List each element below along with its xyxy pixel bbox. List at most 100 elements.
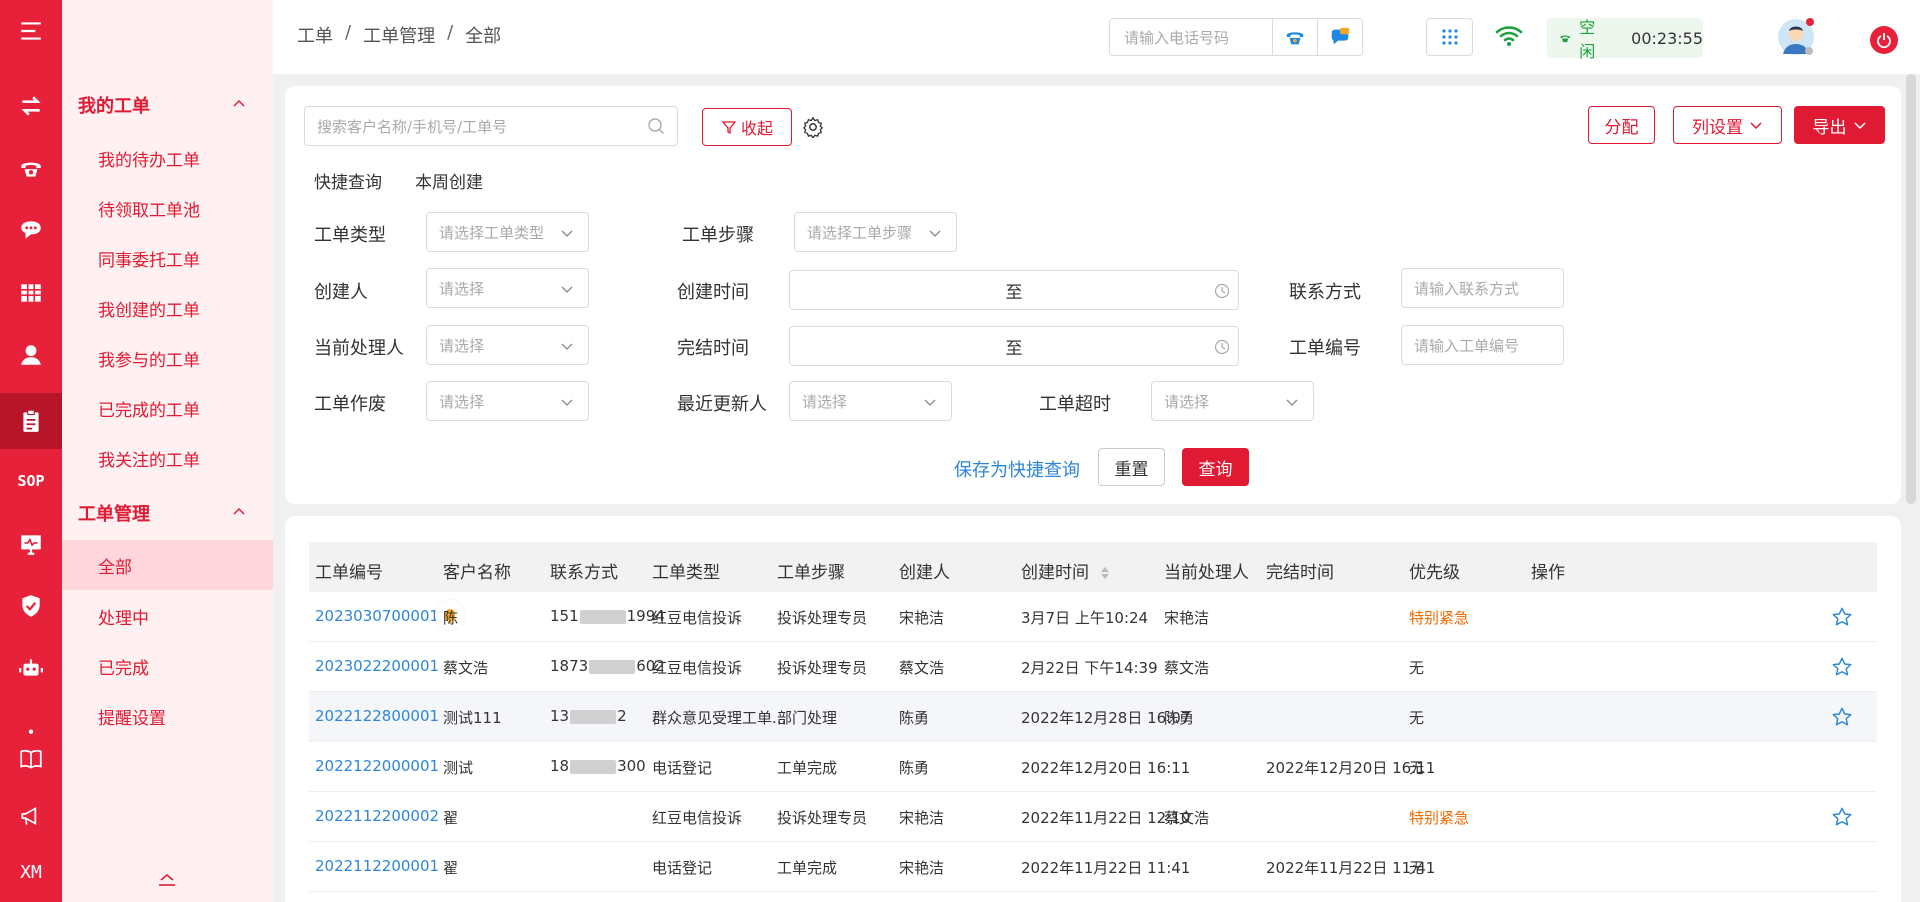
sidebar-item-processing[interactable]: 处理中	[62, 592, 273, 640]
logout-button[interactable]	[1870, 26, 1898, 54]
contact-label: 联系方式	[1289, 282, 1361, 303]
megaphone-icon[interactable]	[0, 791, 62, 841]
range-separator: 至	[1005, 338, 1023, 359]
assign-button[interactable]: 分配	[1588, 106, 1655, 144]
search-icon	[648, 118, 664, 134]
sidebar-item-label: 提醒设置	[98, 708, 166, 729]
sidebar-item-completed[interactable]: 已完成的工单	[62, 384, 273, 432]
export-button[interactable]: 导出	[1794, 106, 1885, 144]
priority-badge: 无	[1409, 659, 1425, 677]
wifi-icon	[1495, 26, 1523, 46]
column-header-sortable[interactable]: 创建时间	[1021, 558, 1110, 583]
priority-badge: 特别紧急	[1409, 609, 1470, 627]
gear-icon[interactable]	[802, 116, 824, 138]
void-label: 工单作废	[314, 394, 386, 415]
user-icon[interactable]	[0, 330, 62, 380]
star-icon[interactable]	[1831, 656, 1853, 678]
reset-button[interactable]: 重置	[1098, 448, 1165, 486]
order-id-link[interactable]: 2022112200002	[315, 807, 439, 825]
apps-grid-icon	[1441, 29, 1458, 45]
sidebar-item-label: 我创建的工单	[98, 300, 200, 321]
transfer-icon[interactable]	[0, 81, 62, 131]
clipboard-icon[interactable]	[0, 393, 62, 449]
created-time-range[interactable]: 至	[789, 270, 1239, 310]
breadcrumb-item: 全部	[465, 26, 502, 47]
sidebar-item-todo[interactable]: 我的待办工单	[62, 134, 273, 182]
phone-number-input[interactable]: 请输入电话号码	[1109, 18, 1273, 56]
collapse-filter-button[interactable]: 收起	[702, 108, 792, 146]
apps-button[interactable]	[1426, 18, 1473, 56]
avatar[interactable]	[1777, 18, 1815, 56]
table-row[interactable]: 2023030700001 陈 151 1994 红豆电信投诉 投诉处理专员 宋艳洁 3月7日…	[309, 592, 1877, 642]
table-row[interactable]: 2022122000001 测试 18 300 电话登记 工单完成 陈勇 2022年12月20…	[309, 742, 1877, 792]
sidebar-item-participated[interactable]: 我参与的工单	[62, 334, 273, 382]
step-select[interactable]: 请选择工单步骤	[794, 212, 957, 252]
current-handler: 宋艳洁	[1164, 609, 1210, 627]
sidebar-item-delegated[interactable]: 同事委托工单	[62, 234, 273, 282]
table-row[interactable]: 2022112200001 翟 电话登记 工单完成 宋艳洁 2022年11月22日 11:…	[309, 842, 1877, 892]
order-id-link[interactable]: 2022122000001	[315, 757, 439, 775]
sidebar-item-all[interactable]: 全部	[62, 540, 273, 590]
menu-icon[interactable]	[0, 6, 62, 56]
book-icon[interactable]	[0, 734, 62, 784]
handler-select[interactable]: 请选择	[426, 325, 589, 365]
xm-icon[interactable]: XM	[0, 847, 62, 897]
order-id-link[interactable]: 2022122800001	[315, 707, 439, 725]
breadcrumb-item[interactable]: 工单管理	[363, 22, 435, 48]
number-input[interactable]: 请输入工单编号	[1401, 325, 1564, 365]
sms-button[interactable]	[1318, 18, 1363, 56]
search-input[interactable]: 搜索客户名称/手机号/工单号	[304, 106, 678, 146]
order-type: 红豆电信投诉	[652, 809, 743, 827]
created-time: 2月22日 下午14:39	[1021, 659, 1158, 677]
creator-placeholder: 请选择	[439, 279, 485, 298]
finished-time-range[interactable]: 至	[789, 326, 1239, 366]
phone-icon[interactable]	[0, 143, 62, 193]
customer-name: 蔡文浩	[443, 659, 489, 677]
type-select[interactable]: 请选择工单类型	[426, 212, 589, 252]
contact-input[interactable]: 请输入联系方式	[1401, 268, 1564, 308]
order-id-link[interactable]: 2022112200001	[315, 857, 439, 875]
updater-select[interactable]: 请选择	[789, 381, 952, 421]
quick-this-week[interactable]: 本周创建	[415, 168, 483, 193]
timeout-select[interactable]: 请选择	[1151, 381, 1314, 421]
sidebar-group-management[interactable]: 工单管理	[62, 490, 273, 536]
table-row[interactable]: 2022122800001 测试111 13 2 群众意见受理工单... 部门处理 陈勇 20…	[309, 692, 1877, 742]
star-icon[interactable]	[1831, 806, 1853, 828]
save-quick-query-link[interactable]: 保存为快捷查询	[954, 456, 1080, 482]
grid-icon[interactable]	[0, 268, 62, 318]
sidebar-item-done[interactable]: 已完成	[62, 642, 273, 690]
page-scrollbar[interactable]	[1906, 74, 1916, 504]
collapse-icon[interactable]	[157, 872, 177, 888]
sidebar-item-pool[interactable]: 待领取工单池	[62, 184, 273, 232]
sort-icon[interactable]	[1100, 565, 1110, 581]
creator-select[interactable]: 请选择	[426, 268, 589, 308]
chat-icon[interactable]	[0, 205, 62, 255]
creator: 宋艳洁	[899, 609, 945, 627]
robot-icon[interactable]	[0, 643, 62, 693]
order-id-link[interactable]: 2023022200001	[315, 657, 439, 675]
table-row[interactable]: 2022112200002 翟红豆电信投诉 投诉处理专员 宋艳洁 2022年11月22日…	[309, 792, 1877, 842]
query-button[interactable]: 查询	[1182, 448, 1249, 486]
sidebar-item-created[interactable]: 我创建的工单	[62, 284, 273, 332]
column-settings-button[interactable]: 列设置	[1673, 106, 1782, 144]
dial-button[interactable]	[1273, 18, 1318, 56]
chevron-down-icon	[561, 399, 573, 406]
breadcrumb-item[interactable]: 工单	[297, 22, 333, 48]
sidebar-item-reminder[interactable]: 提醒设置	[62, 692, 273, 740]
agent-status[interactable]: 空闲 00:23:55	[1547, 18, 1703, 61]
sop-icon[interactable]: SOP	[0, 456, 62, 506]
customer-name: 陈	[443, 609, 459, 627]
quick-query-label: 快捷查询	[314, 173, 382, 193]
monitor-icon[interactable]	[0, 519, 62, 569]
shield-icon[interactable]	[0, 581, 62, 631]
call-timer: 00:23:55	[1631, 28, 1703, 48]
star-icon[interactable]	[1831, 606, 1853, 628]
type-placeholder: 请选择工单类型	[439, 223, 545, 242]
star-icon[interactable]	[1831, 706, 1853, 728]
sidebar-group-my-orders[interactable]: 我的工单	[62, 82, 273, 128]
table-row[interactable]: 2023022200001 蔡文浩 1873 602 红豆电信投诉 投诉处理专员 蔡文浩 2月…	[309, 642, 1877, 692]
void-select[interactable]: 请选择	[426, 381, 589, 421]
sidebar-item-followed[interactable]: 我关注的工单	[62, 434, 273, 482]
column-header: 当前处理人	[1164, 563, 1249, 583]
order-id-link[interactable]: 2023030700001	[315, 607, 439, 625]
